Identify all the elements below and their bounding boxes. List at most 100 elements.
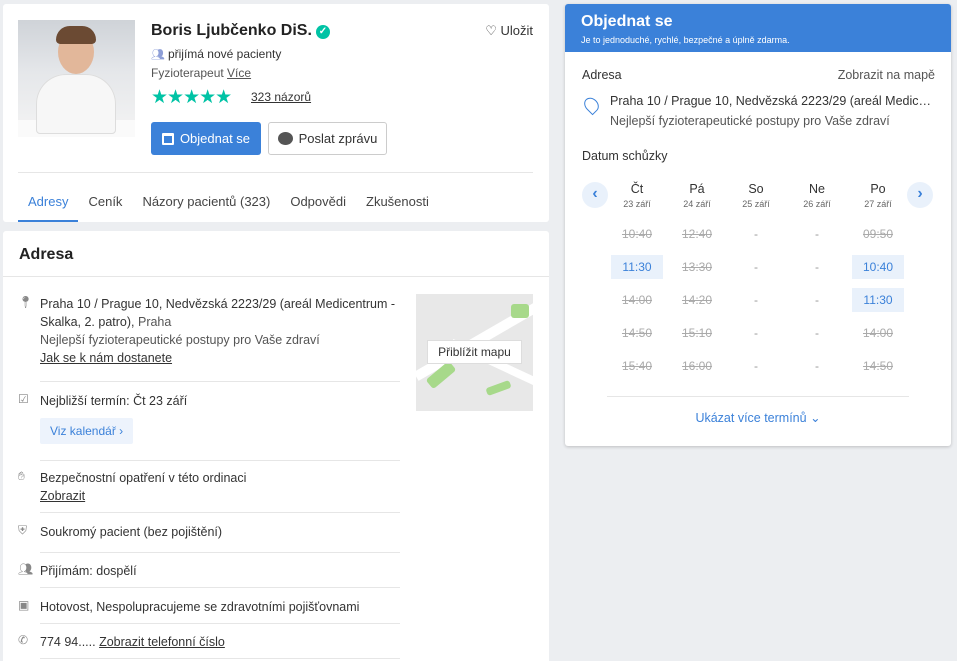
payment-row: ▣ Hotovost, Nespolupracujeme se zdravotn… — [18, 598, 400, 616]
doctor-name: Boris Ljubčenko DiS. — [151, 22, 312, 39]
time-slot[interactable]: 11:30 — [611, 255, 663, 279]
street-line-2-row: Skalka, 2. patro), Praha — [40, 313, 400, 331]
book-button[interactable]: Objednat se — [151, 122, 261, 155]
day-column-header: Po 27 září — [850, 182, 906, 209]
location-pin-icon: 📍︎ — [18, 295, 34, 309]
date-label: Datum schůzky — [582, 149, 668, 163]
slot-unavailable: - — [815, 260, 819, 274]
private-text: Soukromý pacient (bez pojištění) — [40, 525, 223, 539]
show-on-map-link[interactable]: Zobrazit na mapě — [838, 68, 935, 82]
city: Praha — [137, 315, 172, 329]
slot-unavailable: - — [754, 227, 758, 241]
doctor-name-row: Boris Ljubčenko DiS. ✓ — [151, 22, 330, 40]
slot-unavailable: - — [754, 260, 758, 274]
prev-week-button[interactable]: ‹ — [582, 182, 608, 208]
phone-icon: ✆ — [18, 633, 29, 647]
time-slot: 14:20 — [681, 293, 713, 307]
time-slot[interactable]: 10:40 — [852, 255, 904, 279]
tab-answers[interactable]: Odpovědi — [280, 184, 356, 222]
slot-unavailable: - — [754, 326, 758, 340]
slots-divider — [607, 396, 909, 397]
more-link[interactable]: Více — [227, 66, 251, 80]
shield-icon: ⛨ — [18, 523, 28, 537]
profile-card: Boris Ljubčenko DiS. ✓ ♡ Uložit 👥︎ přijímá… — [3, 4, 549, 222]
view-calendar-button[interactable]: Viz kalendář › — [40, 418, 134, 444]
address-card: Adresa 📍︎ Praha 10 / Prague 10, Nedvězsk… — [3, 231, 549, 661]
photo-shirt — [36, 74, 116, 134]
slot-unavailable: - — [815, 359, 819, 373]
message-button[interactable]: Poslat zprávu — [268, 122, 387, 155]
booking-address-label: Adresa — [582, 68, 622, 82]
specialty: Fyzioterapeut — [151, 66, 224, 80]
divider — [40, 460, 400, 461]
location-pin-icon — [581, 94, 602, 116]
nearest-date-row: ☑ Nejbližší termín: Čt 23 září Viz kalen… — [18, 392, 400, 444]
safety-row: ✋︎ Bezpečnostní opatření v této ordinaci… — [18, 469, 400, 505]
day-date: 26 září — [803, 199, 831, 209]
payment-text: Hotovost, Nespolupracujeme se zdravotním… — [40, 600, 360, 614]
slot-unavailable: - — [815, 326, 819, 340]
show-more-slots-link[interactable]: Ukázat více termínů ⌄ — [565, 410, 951, 425]
time-slot: 09:50 — [862, 227, 894, 241]
safety-text: Bezpečnostní opatření v této ordinaci — [40, 471, 247, 485]
calendar-check-icon: ☑ — [18, 392, 29, 406]
tab-addresses[interactable]: Adresy — [18, 184, 79, 222]
divider — [40, 587, 400, 588]
day-name: Pá — [689, 182, 705, 196]
time-slot: 15:40 — [621, 359, 653, 373]
booking-subtitle: Je to jednoduché, rychlé, bezpečné a úpl… — [581, 35, 790, 45]
next-week-button[interactable]: › — [907, 182, 933, 208]
slot-unavailable: - — [754, 359, 758, 373]
book-button-label: Objednat se — [179, 131, 251, 146]
day-date: 27 září — [864, 199, 892, 209]
divider — [40, 552, 400, 553]
day-column-header: So 25 září — [728, 182, 784, 209]
address-title: Adresa — [19, 246, 74, 263]
profile-tabs: Adresy Ceník Názory pacientů (323) Odpov… — [18, 184, 439, 222]
photo-hair — [56, 26, 96, 44]
map-park — [511, 304, 529, 318]
booking-address[interactable]: Praha 10 / Prague 10, Nedvězská 2223/29 … — [610, 94, 935, 108]
divider — [40, 623, 400, 624]
users-icon: 👥︎ — [151, 49, 165, 61]
booking-tagline: Nejlepší fyzioterapeutické postupy pro V… — [610, 114, 890, 128]
calendar-icon — [161, 132, 174, 145]
slot-unavailable: - — [815, 293, 819, 307]
tab-reviews[interactable]: Názory pacientů (323) — [132, 184, 280, 222]
accepts-text: Přijímám: dospělí — [40, 564, 137, 578]
phone-row: ✆ 774 94..... Zobrazit telefonní číslo — [18, 633, 400, 651]
divider — [40, 512, 400, 513]
slot-unavailable: - — [815, 227, 819, 241]
accepting-label: přijímá nové pacienty — [167, 47, 282, 61]
address-row: 📍︎ Praha 10 / Prague 10, Nedvězská 2223/… — [18, 295, 400, 367]
time-slot[interactable]: 11:30 — [852, 288, 904, 312]
day-column-header: Čt 23 září — [609, 182, 665, 209]
reviews-link[interactable]: 323 názorů — [251, 90, 311, 104]
day-column-header: Pá 24 září — [669, 182, 725, 209]
rating-stars: ★★★★★ — [151, 87, 232, 108]
doctor-photo[interactable] — [18, 20, 135, 137]
safety-link[interactable]: Zobrazit — [40, 489, 85, 503]
booking-widget: Objednat se Je to jednoduché, rychlé, be… — [565, 4, 951, 446]
map-thumbnail[interactable]: Přiblížit mapu — [416, 294, 533, 411]
tab-experience[interactable]: Zkušenosti — [356, 184, 439, 222]
zoom-map-button[interactable]: Přiblížit mapu — [427, 340, 522, 364]
time-slot: 14:50 — [862, 359, 894, 373]
address-header-divider — [3, 276, 549, 277]
day-date: 25 září — [742, 199, 770, 209]
verified-icon: ✓ — [315, 25, 330, 39]
time-slot: 16:00 — [681, 359, 713, 373]
phone-number: 774 94..... — [40, 635, 96, 649]
save-button[interactable]: ♡ Uložit — [485, 23, 533, 39]
day-name: So — [748, 182, 764, 196]
directions-link[interactable]: Jak se k nám dostanete — [40, 351, 172, 365]
save-label: Uložit — [500, 23, 533, 38]
day-date: 24 září — [683, 199, 711, 209]
nearest-date: Nejbližší termín: Čt 23 září — [40, 394, 188, 408]
tab-pricing[interactable]: Ceník — [78, 184, 132, 222]
time-slot: 12:40 — [681, 227, 713, 241]
tabs-divider — [18, 172, 533, 173]
show-phone-link[interactable]: Zobrazit telefonní číslo — [99, 635, 225, 649]
view-calendar-label: Viz kalendář — [50, 424, 116, 438]
time-slot: 14:50 — [621, 326, 653, 340]
